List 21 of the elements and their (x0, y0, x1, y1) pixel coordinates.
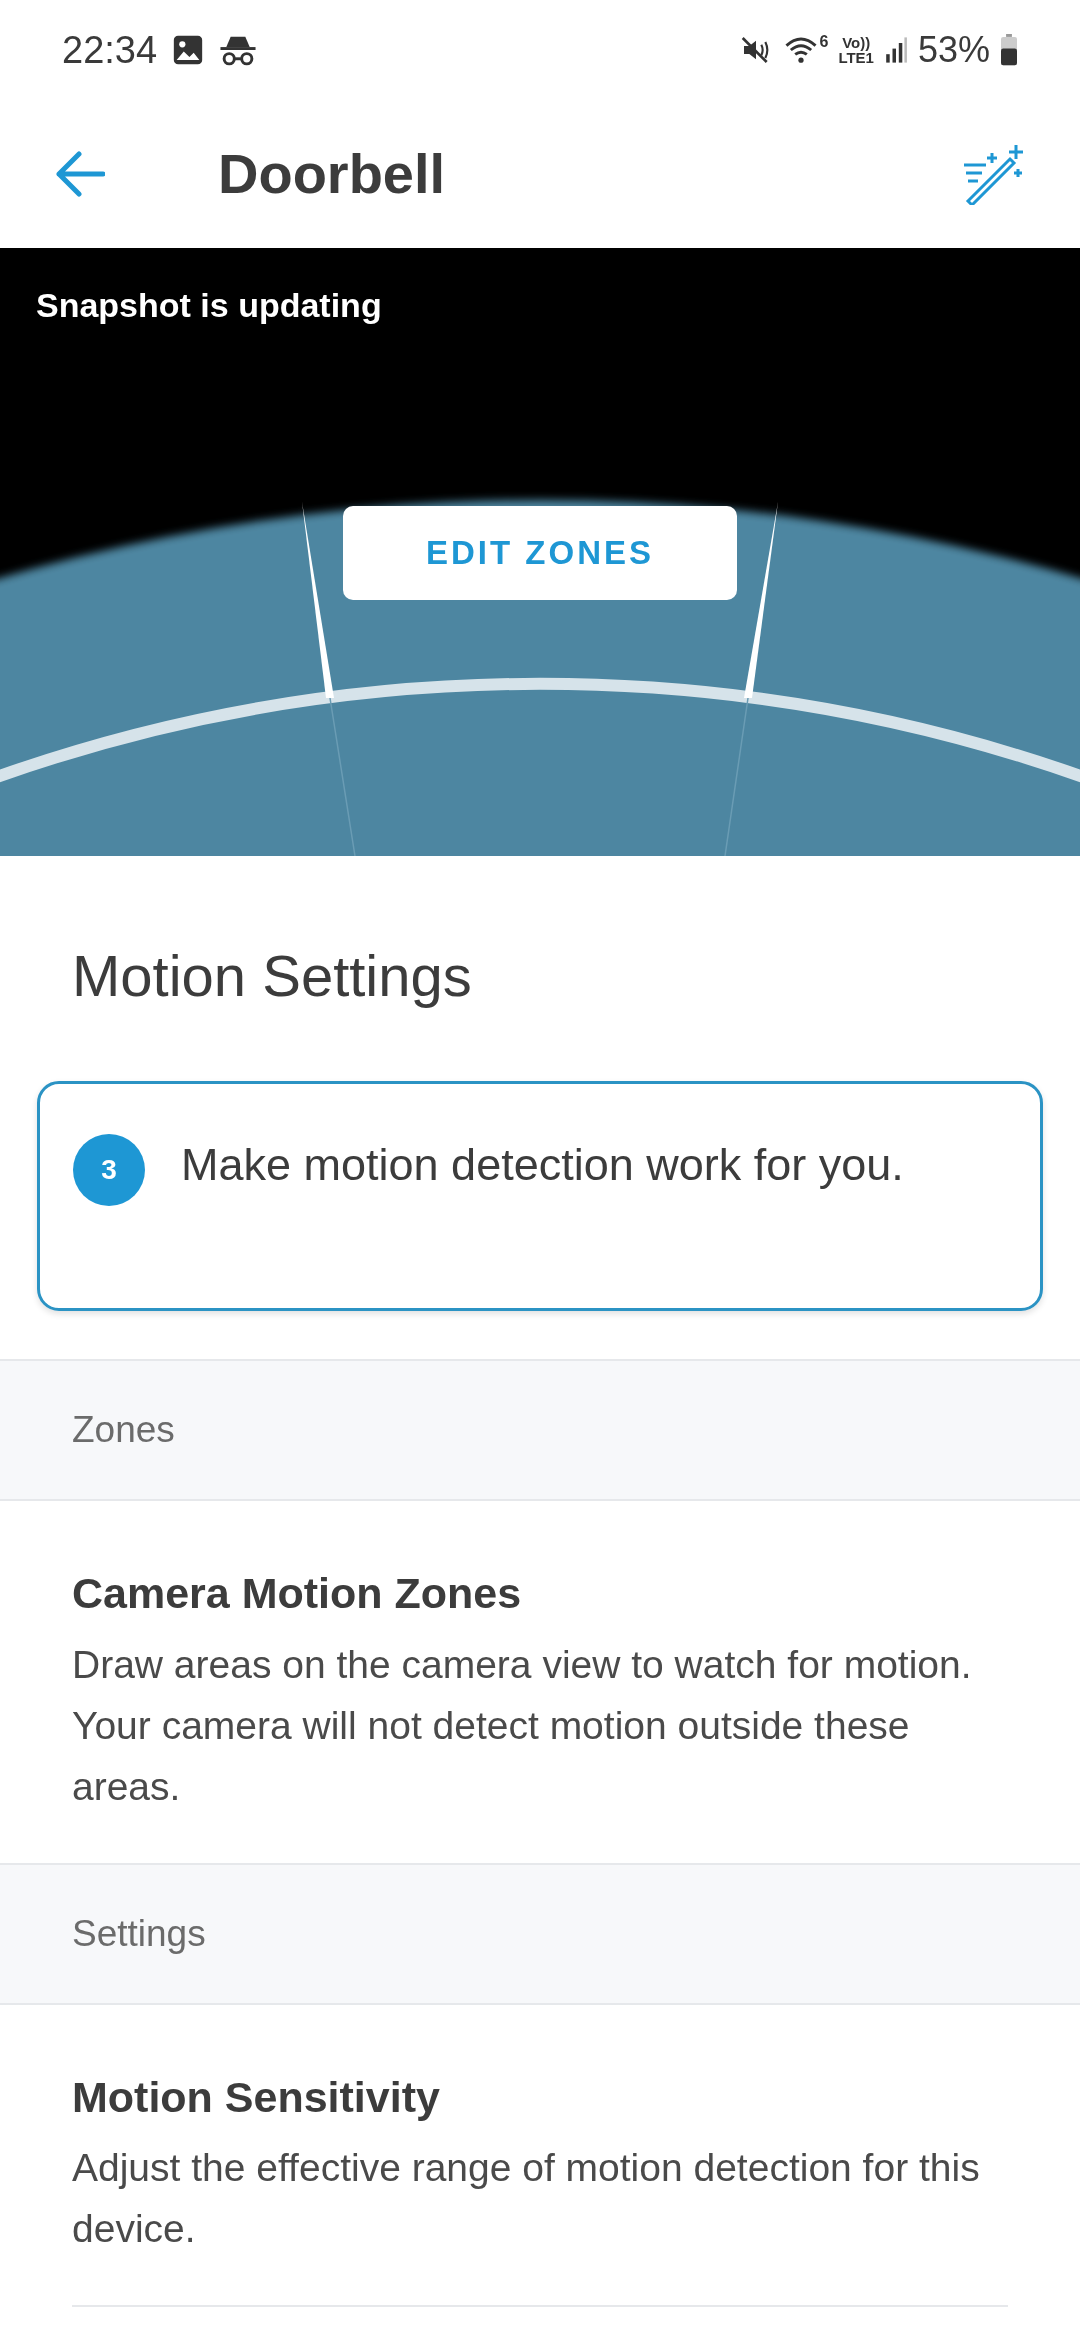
section-title: Settings (72, 1911, 206, 1956)
network-label: Vo)) (842, 35, 871, 50)
wifi-label: 6 (819, 34, 829, 50)
tip-card[interactable]: 3 Make motion detection work for you. (37, 1081, 1043, 1311)
network-label: LTE1 (838, 50, 874, 65)
battery-percentage: 53% (917, 28, 990, 72)
step-number-badge: 3 (73, 1134, 145, 1206)
clock: 22:34 (62, 27, 158, 73)
item-description: Adjust the effective range of motion detection for this device. (72, 2145, 981, 2252)
signal-icon (883, 36, 908, 64)
section-heading: Motion Settings (72, 943, 472, 1008)
back-arrow-icon (55, 151, 105, 197)
item-title: Motion Sensitivity (72, 2071, 441, 2123)
section-title: Zones (72, 1408, 175, 1453)
snapshot-status: Snapshot is updating (36, 285, 382, 326)
magic-wand-icon (962, 143, 1026, 205)
tip-text: Make motion detection work for you. (181, 1138, 905, 1192)
item-description: Draw areas on the camera view to watch for motion. Your camera will not detect motion outside these areas. (72, 1641, 973, 1810)
item-title: Camera Motion Zones (72, 1568, 523, 1619)
page-title: Doorbell (218, 141, 446, 207)
battery-icon (1000, 34, 1018, 66)
